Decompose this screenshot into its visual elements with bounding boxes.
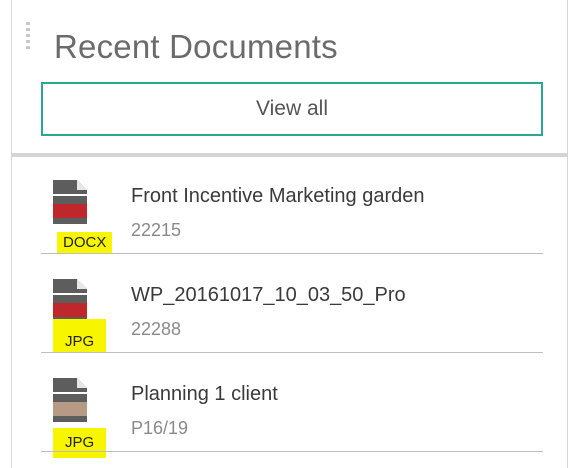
document-id: P16/19: [131, 418, 189, 438]
panel-title: Recent Documents: [54, 28, 338, 65]
document-item[interactable]: JPG WP_20161017_10_03_50_Pro 22288: [41, 257, 543, 353]
document-file-icon: [53, 180, 87, 224]
recent-documents-panel: Recent Documents View all DOCX Front Inc…: [11, 0, 568, 468]
item-divider: [41, 451, 543, 452]
document-item[interactable]: JPG Planning 1 client P16/19: [41, 356, 543, 458]
image-file-icon: [53, 378, 87, 422]
document-name[interactable]: WP_20161017_10_03_50_Pro: [131, 284, 406, 307]
item-divider: [41, 253, 543, 254]
file-type-badge: DOCX: [57, 232, 113, 254]
item-divider: [41, 352, 543, 353]
file-type-badge: JPG: [53, 319, 107, 353]
document-item[interactable]: DOCX Front Incentive Marketing garden 22…: [41, 158, 543, 254]
view-all-button[interactable]: View all: [41, 82, 543, 136]
document-id: 22215: [131, 220, 182, 240]
document-name[interactable]: Front Incentive Marketing garden: [131, 185, 425, 208]
file-type-badge: JPG: [53, 428, 107, 458]
section-divider: [12, 153, 567, 157]
document-name[interactable]: Planning 1 client: [131, 383, 278, 406]
document-id: 22288: [131, 319, 182, 339]
image-file-icon: [53, 279, 87, 323]
drag-handle-icon[interactable]: [25, 22, 31, 50]
